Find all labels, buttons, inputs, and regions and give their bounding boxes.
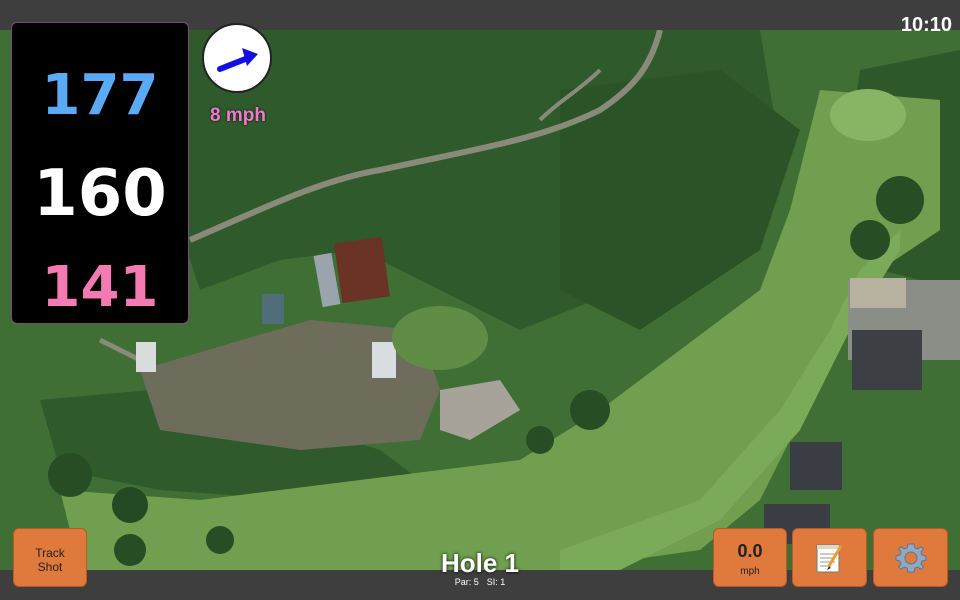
middle-yardage: 160 [33, 157, 167, 231]
notepad-icon [816, 544, 843, 573]
track-shot-button[interactable]: Track Shot [13, 528, 87, 587]
wind-speed-label: 8 mph [210, 105, 266, 126]
speed-button[interactable]: 0.0 mph [713, 528, 787, 587]
wind-indicator[interactable] [202, 23, 272, 93]
speed-value: 0.0 [737, 541, 763, 561]
track-shot-label-line2: Shot [37, 560, 63, 574]
par-label: Par: 5 [454, 577, 479, 587]
settings-button[interactable] [873, 528, 948, 587]
back-yardage: 177 [41, 63, 159, 128]
speed-unit: mph [740, 566, 760, 577]
yardage-panel: 177 160 141 [11, 22, 189, 324]
notes-button[interactable] [792, 528, 867, 587]
hole-info: Par: 5 SI: 1 [400, 577, 560, 587]
front-yardage: 141 [41, 255, 159, 320]
clock: 10:10 [900, 14, 952, 36]
gear-icon [895, 543, 927, 573]
wind-arrow-icon [217, 48, 258, 72]
stroke-index-label: SI: 1 [486, 577, 506, 587]
track-shot-label-line1: Track [35, 546, 65, 560]
hole-title: Hole 1 [440, 548, 520, 578]
